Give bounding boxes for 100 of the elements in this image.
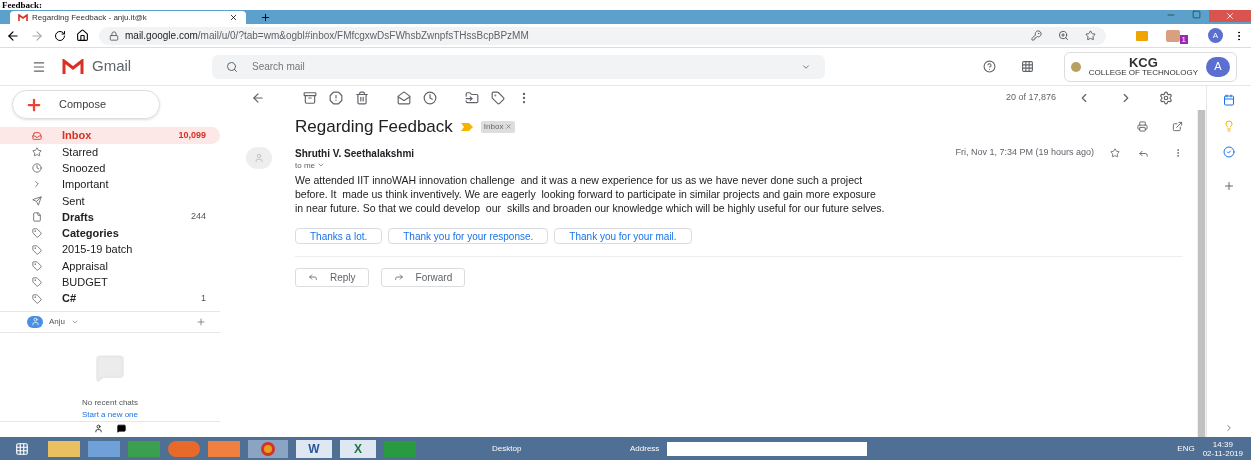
- clock-date: 02-11-2019: [1202, 448, 1243, 458]
- chevron-icon: [32, 179, 42, 190]
- hangouts-user[interactable]: Anju: [49, 315, 65, 328]
- app-icon[interactable]: [208, 440, 240, 457]
- help-icon[interactable]: [982, 60, 996, 73]
- new-chat-icon[interactable]: [196, 316, 206, 327]
- smart-reply-chip[interactable]: Thank you for your response.: [388, 227, 549, 244]
- label-icon: [32, 244, 42, 255]
- app-icon[interactable]: [88, 440, 120, 457]
- scrollbar-thumb[interactable]: [1198, 110, 1205, 437]
- browser-logo-icon: [261, 441, 275, 456]
- sidebar-item[interactable]: Important: [0, 176, 220, 193]
- star-icon: [32, 146, 42, 157]
- envelope-logo-icon: [62, 58, 84, 75]
- gmail-wordmark: Gmail: [92, 56, 133, 77]
- browser-tab[interactable]: Regarding Feedback - anju.it@k: [10, 11, 246, 24]
- file-explorer-icon[interactable]: [48, 440, 80, 457]
- address-bar[interactable]: mail.google.com/mail/u/0/?tab=wm&ogbl#inbox/FMfcgxwDsFWhsbZwnpfsTHssBcpBPzMM: [99, 26, 1106, 45]
- lock-icon: [109, 30, 119, 41]
- org-subtitle: COLLEGE OF TECHNOLOGY: [1088, 69, 1198, 77]
- account-avatar[interactable]: A: [1206, 56, 1230, 77]
- sender-name: Shruthi V. Seethalakshmi: [295, 146, 416, 161]
- maximize-icon[interactable]: [1192, 10, 1201, 19]
- forward-button[interactable]: Forward: [380, 267, 466, 287]
- document-heading: Feedback:: [1, 1, 42, 10]
- clock-time: 14:39: [1212, 439, 1233, 449]
- windows-logo-icon: [15, 441, 29, 456]
- key-icon[interactable]: [1030, 30, 1042, 41]
- send-icon: [32, 195, 42, 206]
- extension-download-icon[interactable]: [1135, 30, 1148, 41]
- new-window-icon[interactable]: [1172, 121, 1183, 133]
- search-field[interactable]: Search mail: [212, 54, 825, 79]
- sidebar-item[interactable]: BUDGET: [0, 274, 220, 291]
- star-icon[interactable]: [1110, 148, 1120, 158]
- keep-icon[interactable]: [1223, 120, 1235, 132]
- envelope-logo-icon: [18, 13, 28, 22]
- close-window-button[interactable]: [1209, 10, 1251, 22]
- file-icon: [32, 212, 42, 223]
- extension-icon[interactable]: [1165, 29, 1180, 42]
- sidebar-item[interactable]: Snoozed: [0, 160, 220, 177]
- important-marker-icon: [460, 122, 473, 131]
- add-on-icon[interactable]: [1223, 180, 1235, 192]
- remove-label-icon[interactable]: [505, 123, 513, 131]
- emblem-icon: [1070, 61, 1081, 72]
- tab-title: Regarding Feedback - anju.it@k: [32, 11, 148, 24]
- pager-text: 20 of 17,876: [1005, 91, 1056, 105]
- main-menu-icon[interactable]: [32, 59, 46, 74]
- label-icon: [32, 293, 42, 304]
- desktop-toolbar[interactable]: Desktop: [492, 442, 582, 455]
- word-app-button[interactable]: W: [296, 439, 332, 458]
- print-icon[interactable]: [1137, 121, 1148, 133]
- label-icon: [32, 228, 42, 239]
- clock-icon: [32, 163, 42, 174]
- extension-badge: 1: [1179, 34, 1188, 44]
- org-logo-text: KCG: [1128, 56, 1158, 69]
- sidebar-item[interactable]: 2015-19 batch: [0, 241, 220, 258]
- expand-panel-icon[interactable]: [1224, 423, 1234, 433]
- address-input[interactable]: [667, 441, 868, 456]
- excel-app-button[interactable]: X: [340, 439, 376, 458]
- bookmark-star-icon[interactable]: [1084, 30, 1096, 41]
- new-tab-icon[interactable]: [260, 12, 271, 23]
- calendar-icon[interactable]: [1223, 94, 1235, 106]
- recipient-dropdown[interactable]: to me: [295, 160, 315, 170]
- sidebar-item[interactable]: Starred: [0, 143, 220, 160]
- label-icon: [32, 277, 42, 288]
- sidebar-item[interactable]: C# 1: [0, 290, 220, 307]
- forward-icon[interactable]: [30, 28, 44, 43]
- inbox-label-chip: Inbox: [480, 120, 516, 133]
- contacts-icon[interactable]: [94, 424, 103, 434]
- forward-arrow-icon: [393, 272, 404, 282]
- smart-reply-chip[interactable]: Thank you for your mail.: [554, 227, 692, 244]
- sidebar-item[interactable]: Sent: [0, 192, 220, 209]
- label-icon: [32, 260, 42, 271]
- smart-reply-chip[interactable]: Thanks a lot.: [295, 227, 383, 244]
- inbox-icon: [32, 130, 42, 141]
- close-icon: [1225, 11, 1235, 21]
- sidebar-item[interactable]: Drafts 244: [0, 208, 220, 226]
- sidebar-item[interactable]: Appraisal: [0, 257, 220, 275]
- close-tab-icon[interactable]: [229, 13, 238, 22]
- empty-chats-text: No recent chats: [82, 397, 138, 410]
- apps-grid-icon[interactable]: [1020, 60, 1034, 73]
- home-icon[interactable]: [76, 29, 89, 42]
- chat-icon[interactable]: [117, 424, 126, 434]
- profile-avatar[interactable]: A: [1208, 28, 1223, 43]
- sidebar-item[interactable]: Inbox 10,099: [0, 127, 220, 144]
- caret-icon[interactable]: [317, 161, 325, 169]
- sidebar-item[interactable]: Categories: [0, 225, 220, 242]
- tasks-icon[interactable]: [1223, 146, 1235, 158]
- start-chat-link[interactable]: Start a new one: [81, 409, 138, 422]
- reload-icon[interactable]: [54, 29, 66, 42]
- message-body: We attended IIT innoWAH innovation challenge and it was a new experience for us as we have never done such a project before. It made us think inventively. We are eagerly looking forward to participate in similar projects and gain more exposure in near future. So that we could develop our skills and broaden our knowledge which will be highly useful for our future selves.: [295, 172, 886, 215]
- reply-arrow-icon: [308, 272, 318, 282]
- message-date: Fri, Nov 1, 7:34 PM (19 hours ago): [955, 146, 1094, 160]
- search-input[interactable]: Search mail: [252, 59, 787, 74]
- back-icon[interactable]: [6, 28, 20, 43]
- language-indicator: ENG: [1177, 442, 1195, 455]
- subject-title: Regarding Feedback: [295, 116, 453, 138]
- address-toolbar-label[interactable]: Address: [630, 442, 660, 455]
- zoom-icon[interactable]: [1057, 30, 1069, 41]
- reply-button[interactable]: Reply: [295, 267, 369, 287]
